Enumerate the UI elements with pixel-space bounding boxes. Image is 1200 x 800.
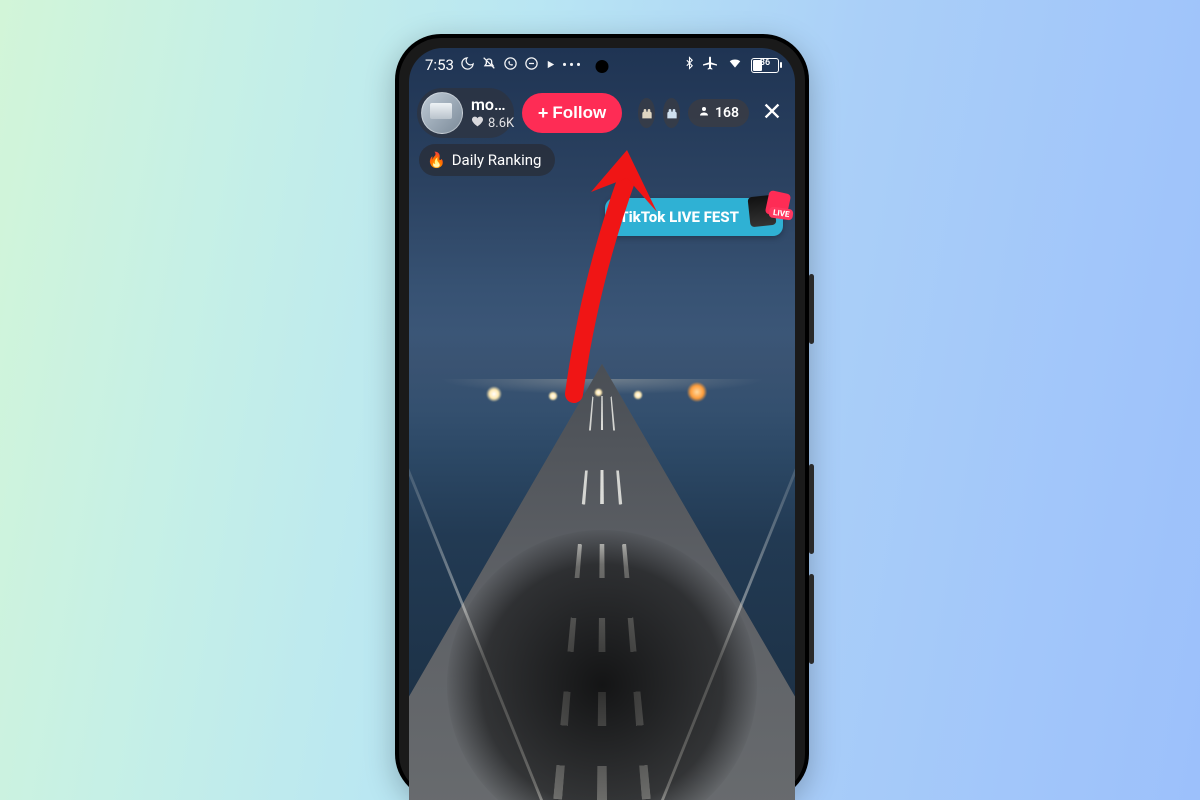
whatsapp-icon xyxy=(503,56,518,75)
dnd-moon-icon xyxy=(460,56,475,75)
close-button[interactable] xyxy=(757,97,787,129)
headlight-orange xyxy=(687,382,707,402)
headlight xyxy=(633,390,643,400)
gradient-backdrop: 7:53 ••• xyxy=(0,0,1200,800)
message-circle-icon xyxy=(524,56,539,75)
heart-icon xyxy=(471,115,484,132)
front-camera-hole xyxy=(596,60,609,73)
host-info-pill[interactable]: mohamed sa… 8.6K xyxy=(417,88,514,138)
follow-button[interactable]: + Follow xyxy=(522,93,622,133)
battery-icon: 36 xyxy=(751,58,779,73)
statusbar-right-cluster: 36 xyxy=(683,55,779,75)
bluetooth-icon xyxy=(683,55,696,75)
phone-side-button xyxy=(809,274,814,344)
tiktok-live-fest-banner[interactable]: TikTok LIVE FEST LIVE xyxy=(605,198,783,236)
headlight xyxy=(548,391,558,401)
battery-percent: 36 xyxy=(752,58,778,68)
fire-icon: 🔥 xyxy=(427,151,446,169)
likes-count: 8.6K xyxy=(488,116,514,131)
top-viewer-avatar-1[interactable] xyxy=(638,98,655,128)
statusbar-time: 7:53 xyxy=(425,56,454,74)
daily-ranking-pill[interactable]: 🔥 Daily Ranking xyxy=(419,144,555,176)
plus-icon: + xyxy=(538,104,549,122)
mute-vibrate-icon xyxy=(481,55,497,75)
statusbar-left-cluster: 7:53 ••• xyxy=(425,55,583,75)
top-viewer-avatar-2[interactable] xyxy=(663,98,680,128)
viewer-count-pill[interactable]: 168 xyxy=(688,99,749,127)
play-triangle-icon xyxy=(545,56,556,74)
person-icon xyxy=(698,105,710,121)
airplane-icon xyxy=(703,55,719,75)
viewer-count: 168 xyxy=(715,105,739,121)
fest-banner-icon: LIVE xyxy=(743,190,791,238)
wifi-icon xyxy=(726,56,744,74)
phone-screen: 7:53 ••• xyxy=(409,48,795,800)
phone-volume-up xyxy=(809,464,814,554)
host-avatar[interactable] xyxy=(421,92,463,134)
fest-banner-label: TikTok LIVE FEST xyxy=(619,208,739,226)
host-likes: 8.6K xyxy=(471,115,508,132)
close-icon xyxy=(761,100,783,122)
phone-frame: 7:53 ••• xyxy=(395,34,809,800)
live-top-bar: mohamed sa… 8.6K + Follow xyxy=(417,88,787,138)
phone-volume-down xyxy=(809,574,814,664)
more-dots-icon: ••• xyxy=(562,56,583,74)
host-username: mohamed sa… xyxy=(471,95,508,114)
follow-label: Follow xyxy=(552,103,606,123)
ranking-label: Daily Ranking xyxy=(452,151,542,169)
